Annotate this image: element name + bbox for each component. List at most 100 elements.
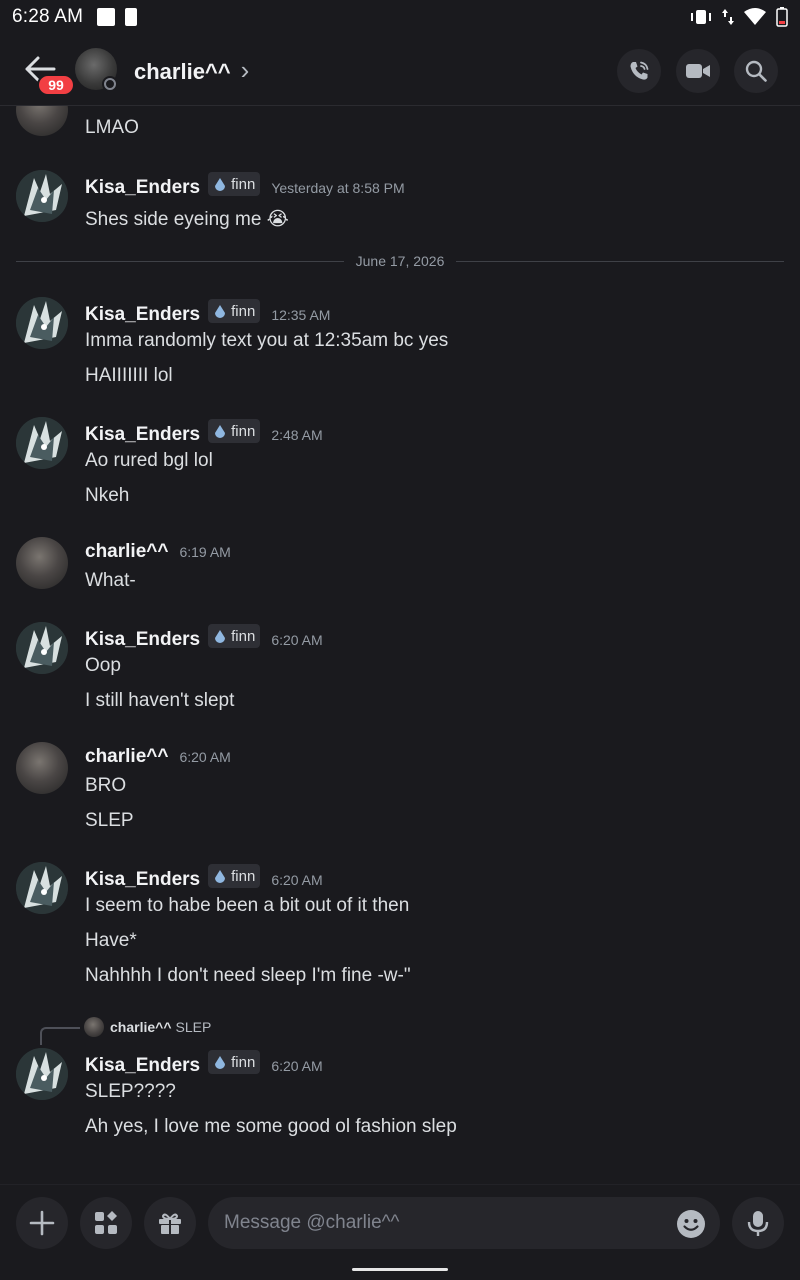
message-text: I still haven't slept (85, 690, 235, 711)
notification-icon (97, 8, 116, 26)
server-tag-label: finn (231, 302, 256, 320)
anime-avatar-icon (16, 1048, 68, 1100)
gift-icon (159, 1213, 181, 1234)
avatar[interactable] (16, 862, 68, 914)
message-text: Ah yes, I love me some good ol fashion s… (85, 1116, 457, 1137)
message-text: LMAO (85, 117, 139, 138)
attach-button[interactable] (16, 1197, 68, 1249)
emoji-icon[interactable] (676, 1209, 706, 1239)
home-indicator[interactable] (352, 1268, 448, 1271)
anime-avatar-icon (16, 622, 68, 674)
server-tag-label: finn (231, 1053, 256, 1071)
server-tag-label: finn (231, 422, 256, 440)
timestamp: 6:19 AM (179, 544, 231, 560)
message-text: What- (85, 570, 136, 591)
message-text: HAIIIIIII lol (85, 365, 173, 386)
chevron-right-icon: › (240, 55, 250, 85)
timestamp: 2:48 AM (271, 427, 323, 443)
droplet-icon (215, 305, 226, 318)
composer-bar (0, 1184, 800, 1280)
message-text: Ao rured bgl lol (85, 450, 213, 471)
avatar[interactable] (16, 1048, 68, 1100)
username[interactable]: Kisa_Enders (85, 1055, 200, 1077)
microphone-icon (747, 1211, 769, 1236)
server-tag[interactable]: finn (208, 624, 261, 648)
username[interactable]: Kisa_Enders (85, 424, 200, 446)
username[interactable]: Kisa_Enders (85, 177, 200, 199)
message-text: BRO (85, 775, 127, 796)
voice-call-button[interactable] (617, 49, 661, 93)
apps-icon (95, 1211, 117, 1234)
timestamp: 6:20 AM (271, 1058, 323, 1074)
avatar[interactable] (16, 170, 68, 222)
message-text: SLEP???? (85, 1081, 176, 1102)
divider-date: June 17, 2026 (355, 253, 445, 269)
reply-text: SLEP (175, 1019, 212, 1035)
droplet-icon (215, 630, 226, 643)
message-text: Imma randomly text you at 12:35am bc yes (85, 330, 449, 351)
username[interactable]: Kisa_Enders (85, 304, 200, 326)
vibrate-icon (691, 10, 711, 24)
reply-preview[interactable]: charlie^^ SLEP (84, 1017, 211, 1037)
gift-button[interactable] (144, 1197, 196, 1249)
avatar[interactable] (16, 417, 68, 469)
video-call-button[interactable] (676, 49, 720, 93)
unread-badge: 99 (37, 74, 75, 96)
wifi-icon (744, 8, 766, 25)
timestamp: Yesterday at 8:58 PM (271, 180, 405, 196)
battery-icon (776, 7, 788, 27)
server-tag-label: finn (231, 175, 256, 193)
server-tag[interactable]: finn (208, 864, 261, 888)
chat-header: 99 charlie^^ › (0, 34, 800, 106)
status-time: 6:28 AM (12, 6, 84, 27)
message-input[interactable] (208, 1197, 720, 1249)
video-camera-icon (686, 64, 710, 78)
server-tag-label: finn (231, 627, 256, 645)
droplet-icon (215, 870, 226, 883)
username[interactable]: Kisa_Enders (85, 869, 200, 891)
server-tag[interactable]: finn (208, 419, 261, 443)
message-text: I seem to habe been a bit out of it then (85, 895, 410, 916)
avatar[interactable] (16, 742, 68, 794)
username[interactable]: charlie^^ (85, 746, 168, 768)
message-text: Nahhhh I don't need sleep I'm fine -w-" (85, 965, 411, 986)
search-icon (745, 60, 767, 82)
contact-name-button[interactable]: charlie^^ › (134, 55, 250, 87)
offline-status-icon (102, 76, 118, 92)
date-divider: June 17, 2026 (16, 251, 784, 271)
server-tag[interactable]: finn (208, 172, 261, 196)
droplet-icon (215, 1056, 226, 1069)
anime-avatar-icon (16, 862, 68, 914)
message-text: Oop (85, 655, 121, 676)
message-text: Shes side eyeing me 😭 (85, 209, 289, 230)
search-button[interactable] (734, 49, 778, 93)
timestamp: 6:20 AM (271, 632, 323, 648)
droplet-icon (215, 425, 226, 438)
reply-username: charlie^^ (110, 1019, 172, 1035)
message-text: Nkeh (85, 485, 130, 506)
avatar[interactable] (16, 106, 68, 136)
avatar[interactable] (16, 537, 68, 589)
avatar[interactable] (16, 622, 68, 674)
timestamp: 12:35 AM (271, 307, 331, 323)
message-text: SLEP (85, 810, 134, 831)
message-list[interactable]: LMAO Kisa_Enders finn Yesterday at 8:58 … (0, 106, 800, 1184)
username[interactable]: Kisa_Enders (85, 629, 200, 651)
avatar[interactable] (16, 297, 68, 349)
data-arrows-icon (722, 9, 734, 25)
username[interactable]: charlie^^ (85, 541, 168, 563)
server-tag-label: finn (231, 867, 256, 885)
anime-avatar-icon (16, 297, 68, 349)
anime-avatar-icon (16, 417, 68, 469)
reply-connector (40, 1027, 80, 1045)
server-tag[interactable]: finn (208, 299, 261, 323)
plus-icon (29, 1210, 55, 1236)
apps-button[interactable] (80, 1197, 132, 1249)
status-bar: 6:28 AM (0, 0, 800, 34)
phone-icon (630, 61, 649, 80)
battery-saver-icon (125, 8, 138, 26)
contact-name: charlie^^ (134, 58, 231, 84)
server-tag[interactable]: finn (208, 1050, 261, 1074)
voice-message-button[interactable] (732, 1197, 784, 1249)
timestamp: 6:20 AM (179, 749, 231, 765)
